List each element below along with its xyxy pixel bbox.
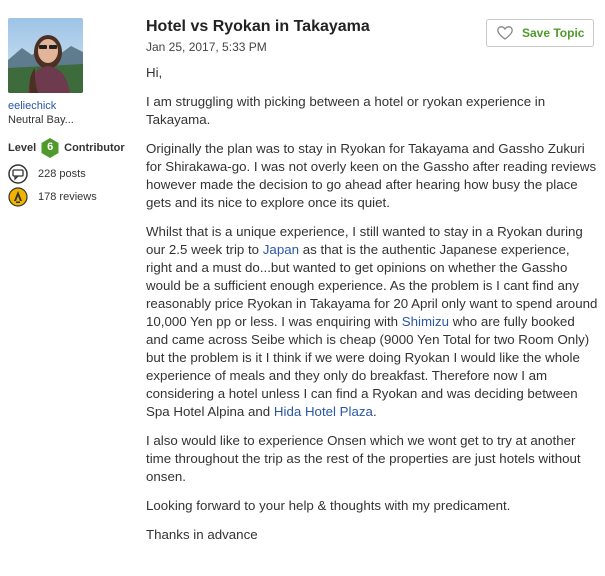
shimizu-link[interactable]: Shimizu <box>402 314 449 329</box>
post-date: Jan 25, 2017, 5:33 PM <box>146 40 267 54</box>
save-topic-button[interactable]: Save Topic <box>486 19 594 47</box>
user-location: Neutral Bay... <box>8 114 74 126</box>
post-paragraph: Whilst that is a unique experience, I st… <box>146 223 598 421</box>
level-label: Level <box>8 142 37 154</box>
post-paragraph: Looking forward to your help & thoughts … <box>146 498 511 513</box>
level-badge-icon: 6 <box>41 138 59 158</box>
post-paragraph: I also would like to experience Onsen wh… <box>146 433 581 484</box>
save-topic-label: Save Topic <box>522 26 585 40</box>
avatar[interactable] <box>8 18 83 93</box>
heart-icon <box>497 26 513 40</box>
level-number: 6 <box>47 141 54 153</box>
username-link[interactable]: eeliechick <box>8 100 56 112</box>
posts-count: 228 posts <box>8 164 86 184</box>
contributor-level: Level 6 Contributor <box>8 138 125 158</box>
post-title: Hotel vs Ryokan in Takayama <box>146 18 370 35</box>
contributor-label: Contributor <box>64 142 125 154</box>
post-greeting: Hi, <box>146 65 163 80</box>
reviews-count: 178 reviews <box>8 187 97 207</box>
pencil-badge-icon <box>8 187 28 207</box>
post-signoff: Thanks in advance <box>146 527 258 542</box>
post-paragraph: I am struggling with picking between a h… <box>146 94 546 127</box>
paragraph-text: . <box>372 404 377 419</box>
hida-hotel-plaza-link[interactable]: Hida Hotel Plaza <box>274 404 373 419</box>
post-body: Hi, I am struggling with picking between… <box>146 64 598 555</box>
japan-link[interactable]: Japan <box>263 242 299 257</box>
posts-count-label: 228 posts <box>38 168 86 180</box>
speech-bubble-icon <box>8 164 28 184</box>
avatar-photo <box>8 18 83 93</box>
post-paragraph: Originally the plan was to stay in Ryoka… <box>146 141 597 210</box>
reviews-count-label: 178 reviews <box>38 191 97 203</box>
